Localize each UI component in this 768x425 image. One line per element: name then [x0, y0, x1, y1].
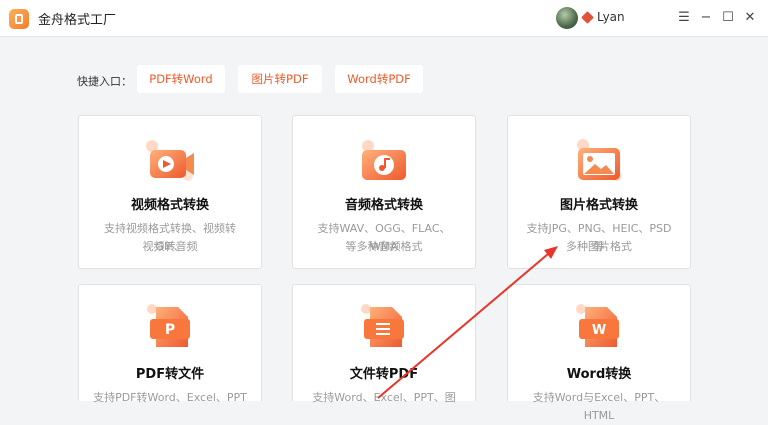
annotation-arrow [377, 246, 558, 399]
